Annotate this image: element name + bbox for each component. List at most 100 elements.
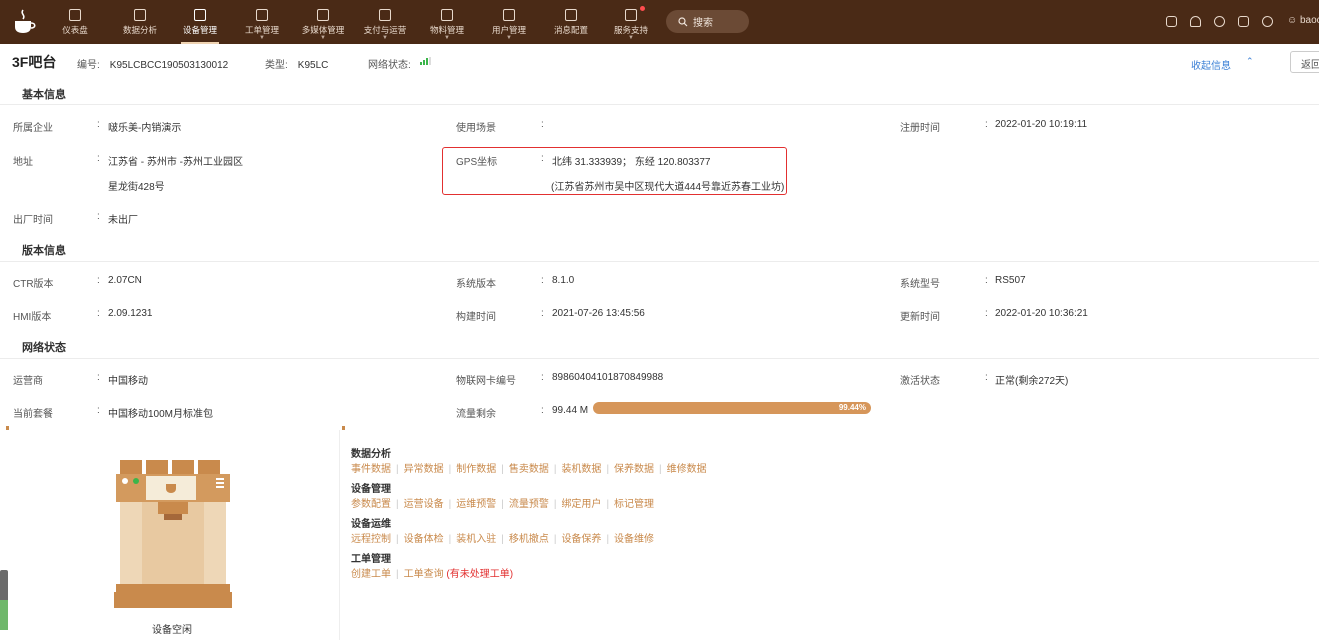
colon: :	[985, 372, 988, 383]
function-link[interactable]: 运维预警	[456, 499, 496, 510]
nav-item-7[interactable]: 用户管理 ▼	[489, 0, 529, 44]
function-group-title: 数据分析	[351, 449, 391, 460]
chevron-down-icon: ▼	[628, 35, 634, 41]
function-link-row: 参数配置 | 运营设备 | 运维预警 | 流量预警 | 绑定用户 | 标记管理	[351, 495, 654, 510]
colon: :	[541, 308, 544, 319]
device-name: 3F吧台	[12, 54, 57, 70]
search-icon	[678, 16, 688, 26]
coffee-logo-icon[interactable]	[12, 8, 38, 36]
function-link[interactable]: 设备体检	[404, 534, 444, 545]
nav-item-label: 消息配置	[553, 24, 588, 35]
collapse-info-link[interactable]: 收起信息	[1191, 57, 1231, 72]
divider	[0, 261, 1319, 262]
function-link[interactable]: 维修数据	[667, 464, 707, 475]
gps-value: 北纬 31.333939； 东经 120.803377	[552, 157, 711, 168]
search-button[interactable]: 搜索	[666, 10, 749, 33]
address-line1: 江苏省 - 苏州市 -苏州工业园区	[108, 157, 243, 168]
back-button[interactable]: 返回	[1290, 51, 1319, 73]
separator: |	[553, 464, 557, 475]
function-link[interactable]: 绑定用户	[561, 499, 601, 510]
function-link[interactable]: 参数配置	[351, 499, 391, 510]
system-version-value: 8.1.0	[552, 275, 575, 286]
media-icon	[317, 8, 329, 21]
carrier-label: 运营商	[13, 376, 43, 387]
plan-value: 中国移动100M月标准包	[108, 409, 214, 420]
function-link[interactable]: 保养数据	[614, 464, 654, 475]
company-value: 啵乐美-内销演示	[108, 123, 182, 134]
function-link[interactable]: 移机撤点	[509, 534, 549, 545]
function-link[interactable]: 制作数据	[456, 464, 496, 475]
function-link[interactable]: 创建工单	[351, 569, 391, 580]
nav-item-0[interactable]: 仪表盘	[52, 0, 98, 44]
version-info-title: 版本信息	[22, 245, 66, 257]
headset-icon[interactable]	[1214, 16, 1225, 27]
function-link[interactable]: 设备保养	[561, 534, 601, 545]
support-icon	[625, 8, 637, 21]
separator: |	[501, 534, 504, 545]
colon: :	[985, 308, 988, 319]
gps-label: GPS坐标	[456, 157, 498, 168]
nav-item-1[interactable]: 数据分析	[116, 0, 164, 44]
nav-item-label: 物料管理	[429, 24, 464, 35]
globe-icon[interactable]	[1262, 16, 1273, 27]
separator: |	[396, 499, 399, 510]
chart-icon	[134, 8, 146, 21]
copy-icon[interactable]	[1238, 16, 1249, 27]
user-menu[interactable]: ☺ baoc	[1287, 15, 1319, 26]
ticket-icon	[256, 8, 268, 21]
chevron-down-icon: ▼	[506, 35, 512, 41]
divider	[0, 358, 1319, 359]
separator: |	[659, 464, 662, 475]
function-link[interactable]: 标记管理	[614, 499, 654, 510]
function-link[interactable]: 运营设备	[404, 499, 444, 510]
function-link[interactable]: 流量预警	[509, 499, 549, 510]
separator: |	[501, 464, 504, 475]
separator: |	[396, 534, 399, 545]
bell-icon[interactable]	[1190, 16, 1201, 27]
function-link[interactable]: 装机数据	[561, 464, 601, 475]
nav-item-4[interactable]: 多媒体管理 ▼	[299, 0, 347, 44]
ctr-version-value: 2.07CN	[108, 275, 142, 286]
function-link[interactable]: 工单查询	[404, 569, 444, 580]
network-label: 网络状态:	[368, 60, 411, 71]
scrollbar-thumb[interactable]	[0, 600, 8, 630]
notification-dot	[640, 6, 645, 11]
separator: |	[448, 499, 452, 510]
factory-time-label: 出厂时间	[13, 215, 53, 226]
marker	[342, 426, 345, 430]
nav-item-9[interactable]: 服务支持 ▼	[611, 0, 651, 44]
nav-item-2[interactable]: 设备管理	[177, 0, 223, 44]
device-status-text: 设备空闲	[152, 625, 192, 636]
function-link[interactable]: 售卖数据	[509, 464, 549, 475]
colon: :	[97, 275, 100, 286]
build-time-value: 2021-07-26 13:45:56	[552, 308, 645, 319]
function-link[interactable]: 远程控制	[351, 534, 391, 545]
function-link[interactable]: 事件数据	[351, 464, 391, 475]
gps-address: (江苏省苏州市吴中区现代大道444号靠近苏春工业坊)	[551, 182, 785, 193]
carrier-value: 中国移动	[108, 376, 148, 387]
function-link[interactable]: 装机入驻	[456, 534, 496, 545]
function-link[interactable]: 设备维修	[614, 534, 654, 545]
colon: :	[97, 372, 100, 383]
colon: :	[541, 372, 544, 383]
payment-icon	[379, 8, 391, 21]
traffic-percent: 99.44%	[838, 403, 866, 412]
nav-item-label: 工单管理	[244, 24, 279, 35]
nav-item-5[interactable]: 支付与运营 ▼	[361, 0, 409, 44]
divider	[339, 430, 340, 640]
nav-item-8[interactable]: 消息配置	[551, 0, 591, 44]
function-group-title: 设备运维	[351, 519, 391, 530]
nav-item-3[interactable]: 工单管理 ▼	[242, 0, 282, 44]
nav-item-label: 设备管理	[182, 24, 217, 35]
function-group-title: 设备管理	[351, 484, 391, 495]
function-link[interactable]: 异常数据	[404, 464, 444, 475]
wrench-icon[interactable]	[1166, 16, 1177, 27]
nav-item-6[interactable]: 物料管理 ▼	[427, 0, 467, 44]
pending-ticket-warning[interactable]: (有未处理工单)	[446, 569, 513, 580]
message-icon	[565, 8, 577, 21]
marker	[6, 426, 9, 430]
type-label: 类型:	[265, 60, 288, 71]
separator: |	[606, 534, 610, 545]
chevron-up-icon[interactable]: ⌃	[1246, 56, 1254, 67]
reg-time-label: 注册时间	[900, 123, 940, 134]
